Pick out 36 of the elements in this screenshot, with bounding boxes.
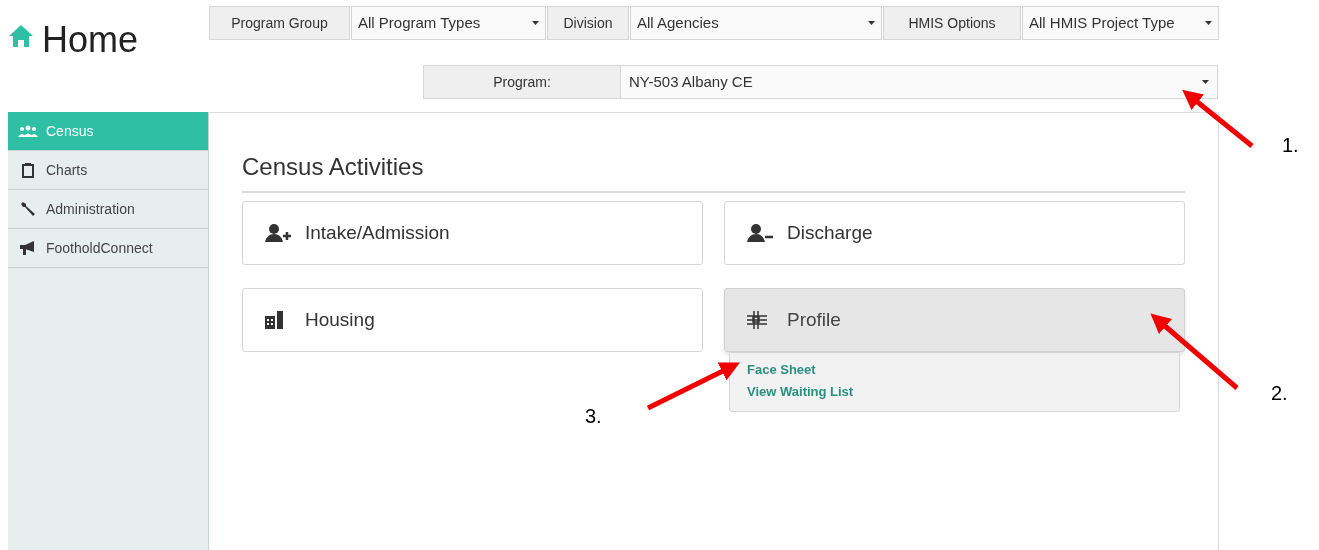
home-icon xyxy=(8,24,34,48)
wrench-icon xyxy=(20,201,36,217)
caret-icon xyxy=(1202,80,1209,84)
filter-label: Division xyxy=(547,6,629,40)
annotation-arrow xyxy=(1182,89,1254,148)
sidebar-item[interactable]: Administration xyxy=(8,190,208,229)
caret-icon xyxy=(1205,21,1212,25)
caret-icon xyxy=(532,21,539,25)
annotation-number: 2. xyxy=(1271,381,1288,406)
activity-tile[interactable]: Profile xyxy=(724,288,1185,352)
sidebar-item[interactable]: FootholdConnect xyxy=(8,229,208,268)
filter-select[interactable]: All Agencies xyxy=(630,6,882,40)
activity-tile[interactable]: Housing xyxy=(242,288,703,352)
building-icon xyxy=(265,311,283,329)
activity-tile[interactable]: Discharge xyxy=(724,201,1185,265)
menu-link[interactable]: Face Sheet xyxy=(747,359,816,381)
program-label: Program: xyxy=(423,65,621,99)
user-minus-icon xyxy=(747,224,773,242)
annotation-number: 3. xyxy=(585,404,602,429)
caret-icon xyxy=(868,21,875,25)
activity-tile[interactable]: Intake/Admission xyxy=(242,201,703,265)
sidebar-item[interactable]: Charts xyxy=(8,151,208,190)
menu-link[interactable]: View Waiting List xyxy=(747,381,854,403)
user-plus-icon xyxy=(265,224,291,242)
filter-select[interactable]: All HMIS Project Type xyxy=(1022,6,1219,40)
filter-select[interactable]: All Program Types xyxy=(351,6,546,40)
grid-icon xyxy=(747,311,767,329)
megaphone-icon xyxy=(20,241,36,255)
filter-label: HMIS Options xyxy=(883,6,1021,40)
people-icon xyxy=(18,125,38,137)
filter-label: Program Group xyxy=(209,6,350,40)
clipboard-icon xyxy=(22,162,34,178)
program-select[interactable]: NY-503 Albany CE xyxy=(621,65,1218,99)
annotation-number: 1. xyxy=(1282,133,1299,158)
page-title: Home xyxy=(42,20,139,60)
section-title: Census Activities xyxy=(242,149,1185,193)
